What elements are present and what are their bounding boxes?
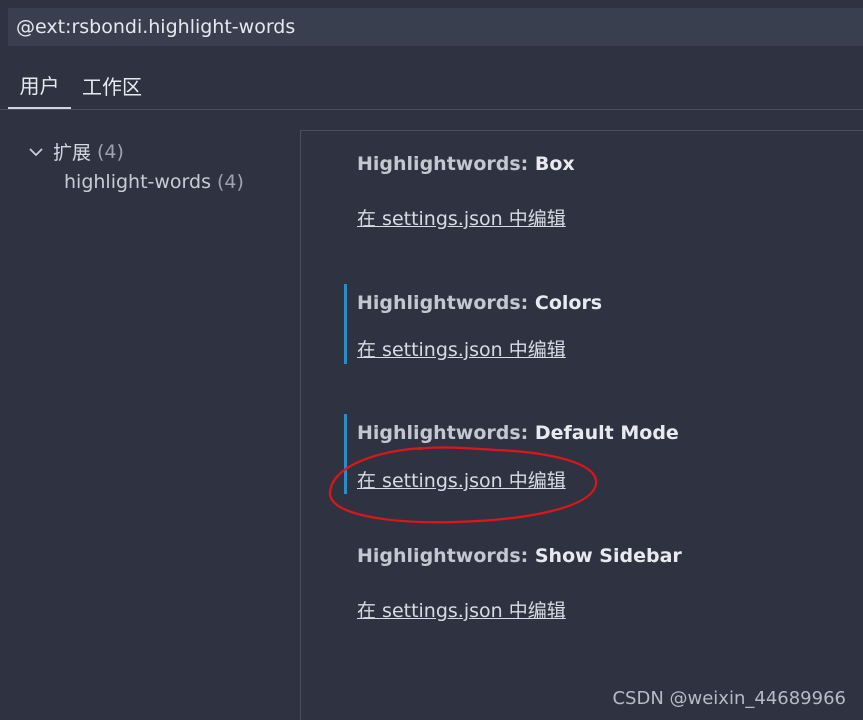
setting-category: Highlightwords: (357, 545, 535, 567)
chevron-down-icon (29, 147, 43, 156)
focus-indicator (344, 414, 347, 494)
toc-item-label: 扩展 (53, 142, 92, 164)
setting-category: Highlightwords: (357, 422, 535, 444)
setting-category: Highlightwords: (357, 292, 535, 314)
toc-item-count: (4) (97, 140, 124, 163)
csdn-watermark: CSDN @weixin_44689966 (612, 688, 846, 709)
setting-name: Default Mode (534, 422, 679, 444)
search-bar (8, 8, 863, 46)
toc-item-count: (4) (217, 171, 244, 193)
tabs-divider (0, 109, 863, 110)
toc-item-label: highlight-words (64, 171, 211, 193)
settings-editor: 用户 工作区 扩展 (4) highlight-words (4) Highli… (0, 0, 863, 720)
tab-workspace[interactable]: 工作区 (80, 62, 144, 108)
setting-title: Highlightwords: Box (357, 153, 575, 175)
setting-item: Highlightwords: Box 在 settings.json 中编辑 (344, 145, 844, 230)
edit-in-settings-json-link[interactable]: 在 settings.json 中编辑 (357, 466, 566, 493)
focus-indicator (344, 284, 347, 364)
toc-item-extensions[interactable]: 扩展 (4) (27, 138, 124, 165)
settings-search-input[interactable] (16, 16, 863, 38)
settings-list-top-border (300, 130, 863, 131)
edit-in-settings-json-link[interactable]: 在 settings.json 中编辑 (357, 596, 566, 623)
setting-name: Box (534, 153, 575, 175)
setting-name: Show Sidebar (534, 545, 682, 567)
setting-item: Highlightwords: Default Mode 在 settings.… (344, 414, 844, 494)
edit-in-settings-json-link[interactable]: 在 settings.json 中编辑 (357, 204, 566, 231)
edit-in-settings-json-link[interactable]: 在 settings.json 中编辑 (357, 335, 566, 362)
setting-title: Highlightwords: Default Mode (357, 422, 679, 444)
pane-divider (300, 130, 301, 720)
setting-name: Colors (534, 292, 603, 314)
toc-item-highlight-words[interactable]: highlight-words (4) (64, 171, 244, 193)
settings-scope-tabs: 用户 工作区 (0, 62, 863, 109)
setting-item: Highlightwords: Show Sidebar 在 settings.… (344, 537, 844, 622)
setting-title: Highlightwords: Colors (357, 292, 602, 314)
setting-item: Highlightwords: Colors 在 settings.json 中… (344, 284, 844, 364)
tab-user[interactable]: 用户 (8, 62, 71, 109)
setting-title: Highlightwords: Show Sidebar (357, 545, 682, 567)
setting-category: Highlightwords: (357, 153, 535, 175)
